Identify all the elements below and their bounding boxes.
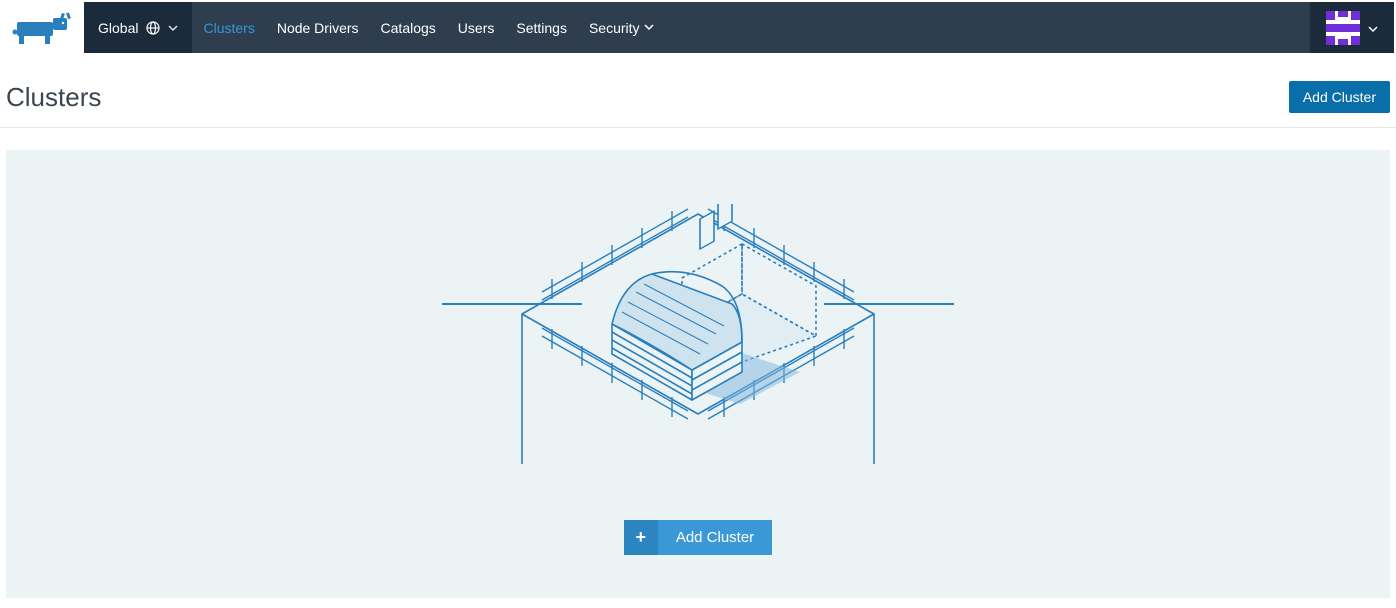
farm-illustration-icon [442, 204, 954, 464]
empty-state: + Add Cluster [6, 150, 1390, 598]
nav-catalogs[interactable]: Catalogs [370, 2, 447, 53]
nav-clusters[interactable]: Clusters [192, 2, 265, 53]
nav-users[interactable]: Users [447, 2, 506, 53]
nav-label: Clusters [203, 20, 254, 36]
nav-label: Users [458, 20, 495, 36]
nav-settings[interactable]: Settings [505, 2, 578, 53]
add-cluster-button[interactable]: Add Cluster [1289, 81, 1390, 113]
globe-icon [146, 21, 160, 35]
chevron-down-icon [168, 22, 178, 34]
user-menu[interactable] [1310, 2, 1394, 53]
nav-security[interactable]: Security [578, 2, 665, 53]
page-title: Clusters [6, 82, 101, 113]
avatar [1326, 11, 1360, 45]
scope-label: Global [98, 20, 138, 36]
main-nav: Clusters Node Drivers Catalogs Users Set… [192, 2, 664, 53]
page-header: Clusters Add Cluster [0, 55, 1396, 128]
chevron-down-icon [1368, 21, 1378, 35]
plus-icon: + [624, 520, 658, 555]
nav-label: Node Drivers [277, 20, 359, 36]
nav-label: Settings [516, 20, 567, 36]
nav-node-drivers[interactable]: Node Drivers [266, 2, 370, 53]
add-cluster-center-label: Add Cluster [658, 520, 772, 555]
nav-label: Security [589, 20, 640, 36]
add-cluster-center-button[interactable]: + Add Cluster [624, 520, 772, 555]
chevron-down-icon [644, 22, 654, 33]
top-navbar: Global Clusters Node Drivers Catalogs Us… [2, 2, 1394, 53]
cow-logo-icon [11, 10, 75, 46]
app-logo[interactable] [2, 2, 84, 53]
empty-illustration [442, 204, 954, 464]
nav-label: Catalogs [381, 20, 436, 36]
scope-selector[interactable]: Global [84, 2, 192, 53]
